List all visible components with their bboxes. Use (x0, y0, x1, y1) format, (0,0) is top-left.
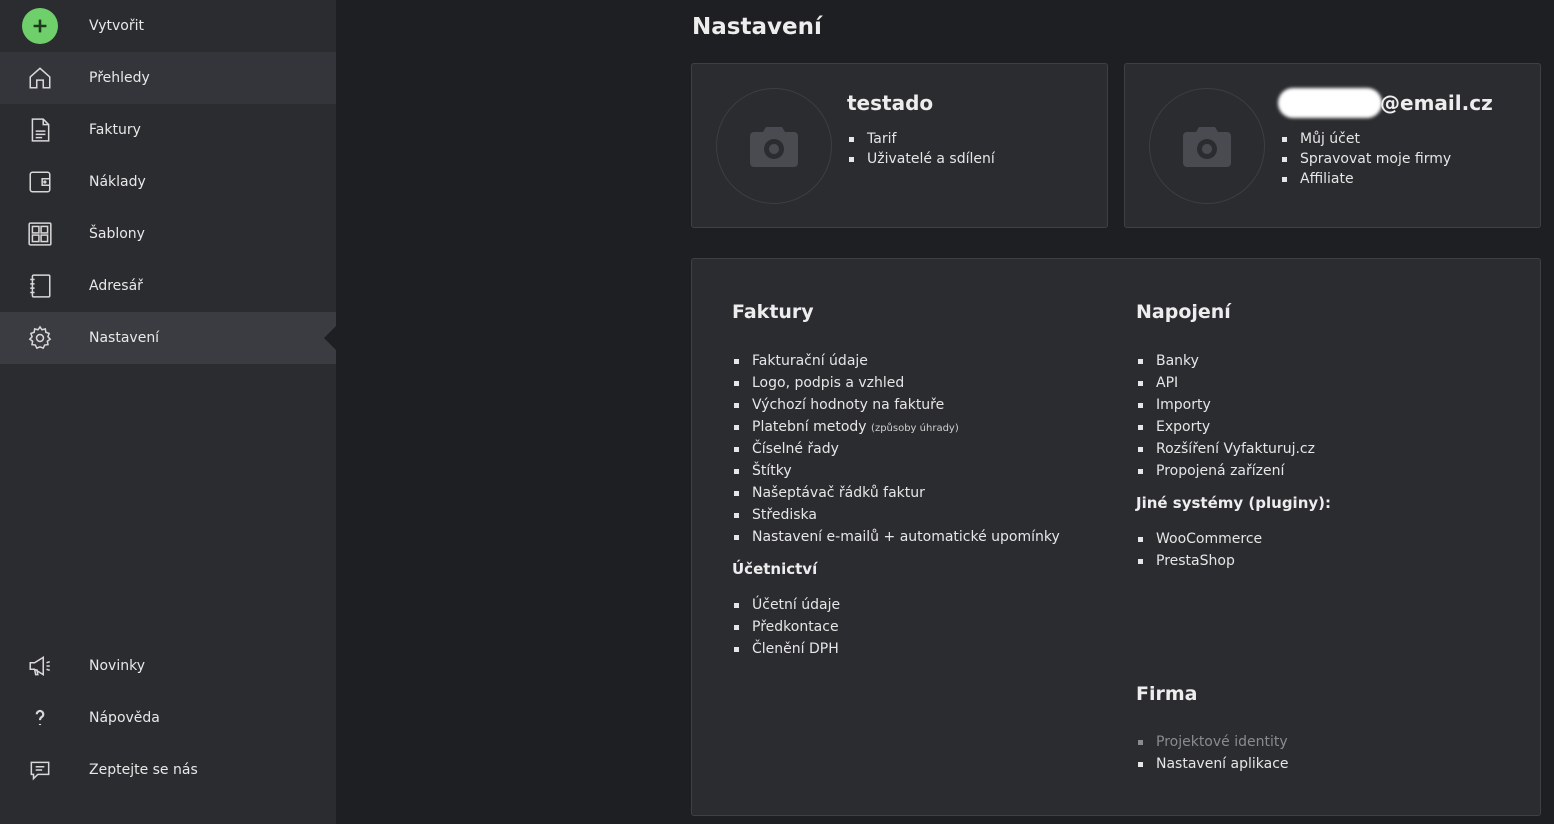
camera-icon (750, 127, 798, 167)
document-icon (26, 116, 54, 144)
link-projektove-identity[interactable]: Projektové identity (1136, 731, 1289, 753)
link-woocommerce[interactable]: WooCommerce (1136, 528, 1262, 550)
section-faktury-title: Faktury (732, 301, 814, 323)
sidebar-item-zeptejte-se[interactable]: Zeptejte se nás (0, 744, 336, 796)
sidebar-item-label: Zeptejte se nás (89, 762, 198, 778)
link-api[interactable]: API (1136, 372, 1315, 394)
sidebar-item-adresar[interactable]: Adresář (0, 260, 336, 312)
address-book-icon (26, 272, 54, 300)
jine-systemy-links: WooCommerce PrestaShop (1136, 528, 1262, 572)
link-banky[interactable]: Banky (1136, 350, 1315, 372)
link-propojena-zarizeni[interactable]: Propojená zařízení (1136, 460, 1315, 482)
sidebar-item-nastaveni[interactable]: Nastavení (0, 312, 336, 364)
sidebar-item-label: Novinky (89, 658, 145, 674)
section-firma-title: Firma (1136, 683, 1198, 705)
camera-icon (1183, 127, 1231, 167)
templates-icon (26, 220, 54, 248)
link-prestashop[interactable]: PrestaShop (1136, 550, 1262, 572)
link-nastaveni-aplikace[interactable]: Nastavení aplikace (1136, 753, 1289, 775)
sidebar: Vytvořit Přehledy Faktury Náklady Šablon… (0, 0, 336, 824)
create-label: Vytvořit (89, 18, 144, 34)
link-stitky[interactable]: Štítky (732, 460, 1060, 482)
account-links: Můj účet Spravovat moje firmy Affiliate (1280, 129, 1451, 189)
link-platebni-metody-label: Platební metody (752, 419, 867, 435)
firma-links: Projektové identity Nastavení aplikace (1136, 731, 1289, 775)
sidebar-item-label: Nastavení (89, 330, 160, 346)
sidebar-item-napoveda[interactable]: Nápověda (0, 692, 336, 744)
link-exporty[interactable]: Exporty (1136, 416, 1315, 438)
faktury-links: Fakturační údaje Logo, podpis a vzhled V… (732, 350, 1060, 548)
sidebar-item-faktury[interactable]: Faktury (0, 104, 336, 156)
payment-note: (způsoby úhrady) (871, 423, 959, 434)
home-icon (26, 64, 54, 92)
megaphone-icon (26, 652, 54, 680)
sidebar-item-naklady[interactable]: Náklady (0, 156, 336, 208)
link-tarif[interactable]: Tarif (847, 129, 995, 149)
link-fakturacni-udaje[interactable]: Fakturační údaje (732, 350, 1060, 372)
account-card: @email.cz Můj účet Spravovat moje firmy … (1124, 63, 1541, 228)
redacted-email (1278, 88, 1382, 118)
sidebar-item-label: Náklady (89, 174, 146, 190)
sidebar-item-sablony[interactable]: Šablony (0, 208, 336, 260)
link-uzivatele[interactable]: Uživatelé a sdílení (847, 149, 995, 169)
wallet-icon (26, 168, 54, 196)
link-ucetni-udaje[interactable]: Účetní údaje (732, 594, 840, 616)
sidebar-item-novinky[interactable]: Novinky (0, 640, 336, 692)
link-affiliate[interactable]: Affiliate (1280, 169, 1451, 189)
chat-icon (26, 756, 54, 784)
section-jine-systemy-title: Jiné systémy (pluginy): (1136, 494, 1332, 512)
account-avatar[interactable] (1149, 88, 1265, 204)
napojeni-links: Banky API Importy Exporty Rozšíření Vyfa… (1136, 350, 1315, 482)
sidebar-item-label: Přehledy (89, 70, 150, 86)
company-name: testado (847, 91, 934, 115)
account-email: @email.cz (1380, 91, 1493, 115)
company-avatar[interactable] (716, 88, 832, 204)
company-links: Tarif Uživatelé a sdílení (847, 129, 995, 169)
company-card: testado Tarif Uživatelé a sdílení (691, 63, 1108, 228)
sidebar-item-label: Šablony (89, 226, 145, 242)
create-button[interactable]: Vytvořit (0, 0, 336, 52)
section-ucetnictvi-title: Účetnictví (732, 560, 818, 578)
section-napojeni-title: Napojení (1136, 301, 1231, 323)
page-title: Nastavení (692, 14, 822, 40)
gear-icon (26, 324, 54, 352)
sidebar-item-label: Faktury (89, 122, 141, 138)
link-strediska[interactable]: Střediska (732, 504, 1060, 526)
question-icon (26, 704, 54, 732)
sidebar-item-label: Nápověda (89, 710, 160, 726)
link-nastaveni-emailu[interactable]: Nastavení e-mailů + automatické upomínky (732, 526, 1060, 548)
link-vychozi-hodnoty[interactable]: Výchozí hodnoty na faktuře (732, 394, 1060, 416)
plus-icon (22, 8, 58, 44)
link-platebni-metody[interactable]: Platební metody (způsoby úhrady) (732, 416, 1060, 438)
link-spravovat-firmy[interactable]: Spravovat moje firmy (1280, 149, 1451, 169)
link-predkontace[interactable]: Předkontace (732, 616, 840, 638)
ucetnictvi-links: Účetní údaje Předkontace Členění DPH (732, 594, 840, 660)
link-importy[interactable]: Importy (1136, 394, 1315, 416)
settings-card: Faktury Fakturační údaje Logo, podpis a … (691, 258, 1541, 816)
link-rozsireni[interactable]: Rozšíření Vyfakturuj.cz (1136, 438, 1315, 460)
link-ciselne-rady[interactable]: Číselné řady (732, 438, 1060, 460)
link-naseptavac[interactable]: Našeptávač řádků faktur (732, 482, 1060, 504)
sidebar-item-prehledy[interactable]: Přehledy (0, 52, 336, 104)
link-logo-podpis[interactable]: Logo, podpis a vzhled (732, 372, 1060, 394)
link-muj-ucet[interactable]: Můj účet (1280, 129, 1451, 149)
sidebar-item-label: Adresář (89, 278, 143, 294)
link-cleneni-dph[interactable]: Členění DPH (732, 638, 840, 660)
